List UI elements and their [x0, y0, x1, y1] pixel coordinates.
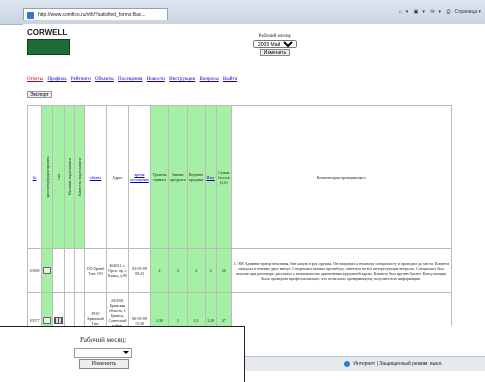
row-score-knowledge: 3 — [168, 292, 188, 326]
col-view: просмотр/редактировать — [44, 156, 50, 198]
table-header-row: № просмотр/редактировать тип Наличие вид… — [27, 105, 452, 249]
col-visit-time[interactable]: время посещения — [128, 105, 151, 249]
row-num: 10569 — [27, 248, 42, 293]
zoom-change-button[interactable]: Изменить — [79, 359, 129, 369]
row-score-knowledge: 4 — [168, 248, 188, 293]
browser-tab[interactable]: http://www.comfico.ru/vth/?satisfied_for… — [23, 8, 168, 20]
internet-zone-icon — [344, 360, 350, 367]
row-score-sales: 4 — [186, 248, 206, 293]
row-score-sum: 26 — [215, 248, 232, 293]
row-address: 462021, г. Орск, пр. г. Камы, д.95 — [106, 248, 129, 293]
row-score-service: 3,38 — [150, 292, 169, 326]
nav-questions[interactable]: Вопросы — [200, 77, 219, 82]
zoom-month-select[interactable] — [74, 348, 132, 358]
logo-text: CORWELL — [27, 28, 68, 37]
row-score-total: 3,29 — [204, 292, 217, 326]
row-time: 03-05-09 09:23 — [128, 248, 151, 293]
browser-toolbar: http://www.comfico.ru/vth/?satisfied_for… — [0, 0, 485, 25]
feed-icon[interactable]: ▣ — [414, 9, 419, 15]
nav-ratings[interactable]: Рейтинги — [71, 77, 91, 82]
col-type: тип — [56, 173, 61, 181]
row-address: 241050, Брянская область, г. Брянск, Сов… — [106, 292, 129, 326]
browser-window: http://www.comfico.ru/vth/?satisfied_for… — [0, 0, 485, 326]
month-label: Рабочий месяц: — [258, 34, 292, 39]
row-time: 06-05-09 15:30 — [128, 292, 151, 326]
chevron-down-icon — [123, 351, 129, 354]
zoom-month-label: Рабочий месяц: — [80, 336, 127, 344]
mail-icon[interactable]: ✉ — [430, 9, 434, 15]
row-score-service: 4 — [150, 248, 169, 293]
row-num: 10577 — [27, 292, 42, 326]
status-text: Интернет | Защищенный режим: выкл. — [353, 361, 443, 367]
table-row: 10577 РОО Брянский Тип: Клиент 241050, Б… — [27, 292, 452, 326]
month-select[interactable]: 2009 Май — [253, 40, 297, 48]
nav-instructions[interactable]: Инструкции — [169, 77, 195, 82]
col-address: Адрес — [106, 105, 129, 249]
col-sum: Сумма баллов (5,6) — [215, 105, 232, 249]
main-nav: Отчеты Профиль Рейтинги Объекты Посещени… — [27, 77, 240, 82]
row-score-sum: 47 — [215, 292, 232, 326]
col-comment: Комментарии проверяющего — [230, 105, 452, 249]
row-comment — [230, 292, 452, 326]
col-knowledge: Знание продукта — [168, 105, 188, 249]
row-comment: 1. ЭМ Администратор вежливая, бан какую … — [230, 248, 452, 293]
row-score-total: 4 — [204, 248, 217, 293]
logo-bar — [27, 39, 70, 55]
row-object: ОО Оренб Тип: ОО — [84, 248, 107, 293]
zoomed-month-panel: Рабочий месяц: Изменить — [0, 326, 245, 382]
col-total[interactable]: Итог — [204, 105, 217, 249]
edit-icon[interactable] — [43, 316, 51, 324]
nav-profile[interactable]: Профиль — [47, 77, 66, 82]
col-video: Наличие видеозаписи — [67, 158, 72, 196]
col-video-quality: Качество видеозаписи — [77, 158, 82, 196]
video-icon[interactable] — [54, 316, 63, 324]
col-num[interactable]: № — [27, 105, 42, 249]
row-object: РОО Брянский Тип: Клиент — [84, 292, 107, 326]
page-menu[interactable]: Страница ▾ — [454, 9, 481, 15]
browser-tools: ⌂ ▾ ▣ ▾ ✉ ▾ ⎙ Страница ▾ — [398, 9, 481, 15]
home-icon[interactable]: ⌂ — [399, 9, 402, 15]
row-score-sales: 3,3 — [186, 292, 206, 326]
table-row: 10569 ОО Оренб Тип: ОО 462021, г. Орск, … — [27, 248, 452, 293]
change-month-button[interactable]: Изменить — [259, 49, 291, 56]
tab-title: http://www.comfico.ru/vth/?satisfied_for… — [38, 12, 146, 18]
nav-reports[interactable]: Отчеты — [27, 77, 43, 82]
nav-logout[interactable]: Выйти — [223, 77, 237, 82]
col-service: Уровень сервиса — [150, 105, 169, 249]
edit-icon[interactable] — [43, 266, 51, 274]
export-button[interactable]: Экспорт — [27, 91, 52, 98]
logo: CORWELL — [27, 28, 70, 56]
nav-objects[interactable]: Объекты — [95, 77, 114, 82]
col-object[interactable]: объект — [84, 105, 107, 249]
print-icon[interactable]: ⎙ — [446, 9, 450, 15]
status-bar: Интернет | Защищенный режим: выкл. — [244, 356, 485, 371]
nav-news[interactable]: Новости — [147, 77, 165, 82]
nav-visits[interactable]: Посещения — [118, 77, 142, 82]
page-content: CORWELL Рабочий месяц: 2009 Май Изменить… — [23, 24, 485, 326]
month-selector: Рабочий месяц: 2009 Май Изменить — [253, 34, 297, 56]
favicon-icon — [27, 12, 34, 19]
visits-table: № просмотр/редактировать тип Наличие вид… — [27, 105, 452, 326]
col-sales: Ведение продажи — [186, 105, 206, 249]
